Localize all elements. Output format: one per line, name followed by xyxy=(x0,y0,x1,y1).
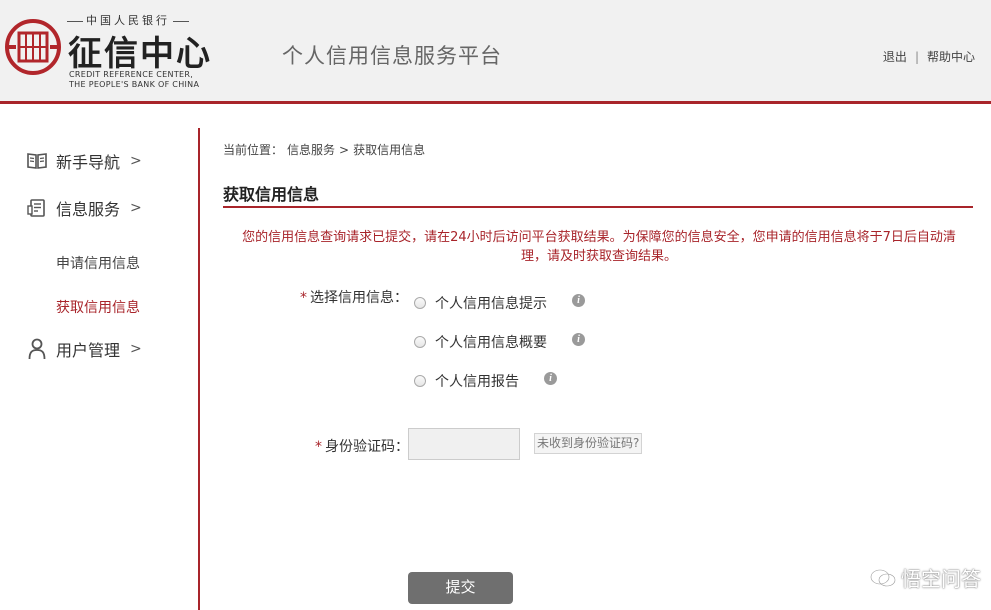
logo-english-line1: CREDIT REFERENCE CENTER, xyxy=(69,70,194,79)
top-links: 退出 | 帮助中心 xyxy=(883,48,975,65)
logo-main-text: 征信中心 xyxy=(68,34,212,74)
sidebar-item-guide[interactable]: 新手导航 > xyxy=(26,149,142,173)
page-title: 获取信用信息 xyxy=(223,185,320,204)
title-divider xyxy=(223,206,973,208)
info-icon[interactable]: i xyxy=(572,294,585,307)
breadcrumb-level1[interactable]: 信息服务 xyxy=(287,143,335,157)
sidebar-item-label: 信息服务 xyxy=(56,200,121,219)
logout-link[interactable]: 退出 xyxy=(883,50,907,64)
chevron-right-icon: > xyxy=(130,200,142,216)
verification-code-label: * 身份验证码： xyxy=(315,436,409,456)
info-icon[interactable]: i xyxy=(544,372,557,385)
verification-code-input[interactable] xyxy=(408,428,520,460)
credit-center-seal-icon xyxy=(5,19,61,75)
breadcrumb-level2: 获取信用信息 xyxy=(353,143,426,157)
sidebar-item-label: 用户管理 xyxy=(56,341,121,360)
notice-message: 您的信用信息查询请求已提交，请在24小时后访问平台获取结果。为保障您的信息安全，… xyxy=(242,230,956,264)
platform-title: 个人信用信息服务平台 xyxy=(282,44,502,68)
submit-button[interactable]: 提交 xyxy=(408,572,513,604)
radio-option-label: 个人信用报告 xyxy=(435,374,519,390)
breadcrumb-separator: > xyxy=(339,143,350,157)
radio-button[interactable] xyxy=(414,297,426,309)
radio-option-label: 个人信用信息概要 xyxy=(435,335,547,351)
radio-button[interactable] xyxy=(414,336,426,348)
radio-option-label: 个人信用信息提示 xyxy=(435,296,547,312)
book-icon xyxy=(26,150,48,172)
sidebar-item-user[interactable]: 用户管理 > xyxy=(26,337,142,361)
help-center-link[interactable]: 帮助中心 xyxy=(927,50,975,64)
required-mark: * xyxy=(315,439,322,455)
document-icon xyxy=(26,197,48,219)
chevron-right-icon: > xyxy=(130,153,142,169)
sidebar: 新手导航 > 信息服务 > 申请信用信息 获取信用信息 用户管理 > xyxy=(0,128,200,610)
select-info-label: * 选择信用信息： xyxy=(300,287,408,307)
required-mark: * xyxy=(300,290,307,306)
sidebar-subitem-apply[interactable]: 申请信用信息 xyxy=(56,253,140,273)
radio-option-credit-hint[interactable]: 个人信用信息提示 xyxy=(414,293,547,313)
watermark-text: 悟空问答 xyxy=(901,567,981,591)
link-separator: | xyxy=(914,50,919,64)
sidebar-item-label: 新手导航 xyxy=(56,153,121,172)
select-info-label-text: 选择信用信息： xyxy=(310,290,408,306)
radio-option-credit-summary[interactable]: 个人信用信息概要 xyxy=(414,332,547,352)
radio-button[interactable] xyxy=(414,375,426,387)
breadcrumb-prefix: 当前位置： xyxy=(223,143,284,157)
sidebar-subitem-get[interactable]: 获取信用信息 xyxy=(56,297,140,317)
watermark: 悟空问答 xyxy=(869,563,981,592)
user-icon xyxy=(26,338,48,360)
logo-english-line2: THE PEOPLE'S BANK OF CHINA xyxy=(69,80,200,89)
radio-option-credit-report[interactable]: 个人信用报告 xyxy=(414,371,519,391)
speech-bubble-logo-icon xyxy=(869,568,897,587)
info-icon[interactable]: i xyxy=(572,333,585,346)
chevron-right-icon: > xyxy=(130,341,142,357)
page-header: 中国人民银行 征信中心 CREDIT REFERENCE CENTER, THE… xyxy=(0,0,991,104)
verification-code-label-text: 身份验证码： xyxy=(325,439,409,455)
code-not-received-button[interactable]: 未收到身份验证码? xyxy=(534,433,643,454)
sidebar-item-info-service[interactable]: 信息服务 > xyxy=(26,196,142,220)
breadcrumb: 当前位置： 信息服务 > 获取信用信息 xyxy=(223,141,429,158)
